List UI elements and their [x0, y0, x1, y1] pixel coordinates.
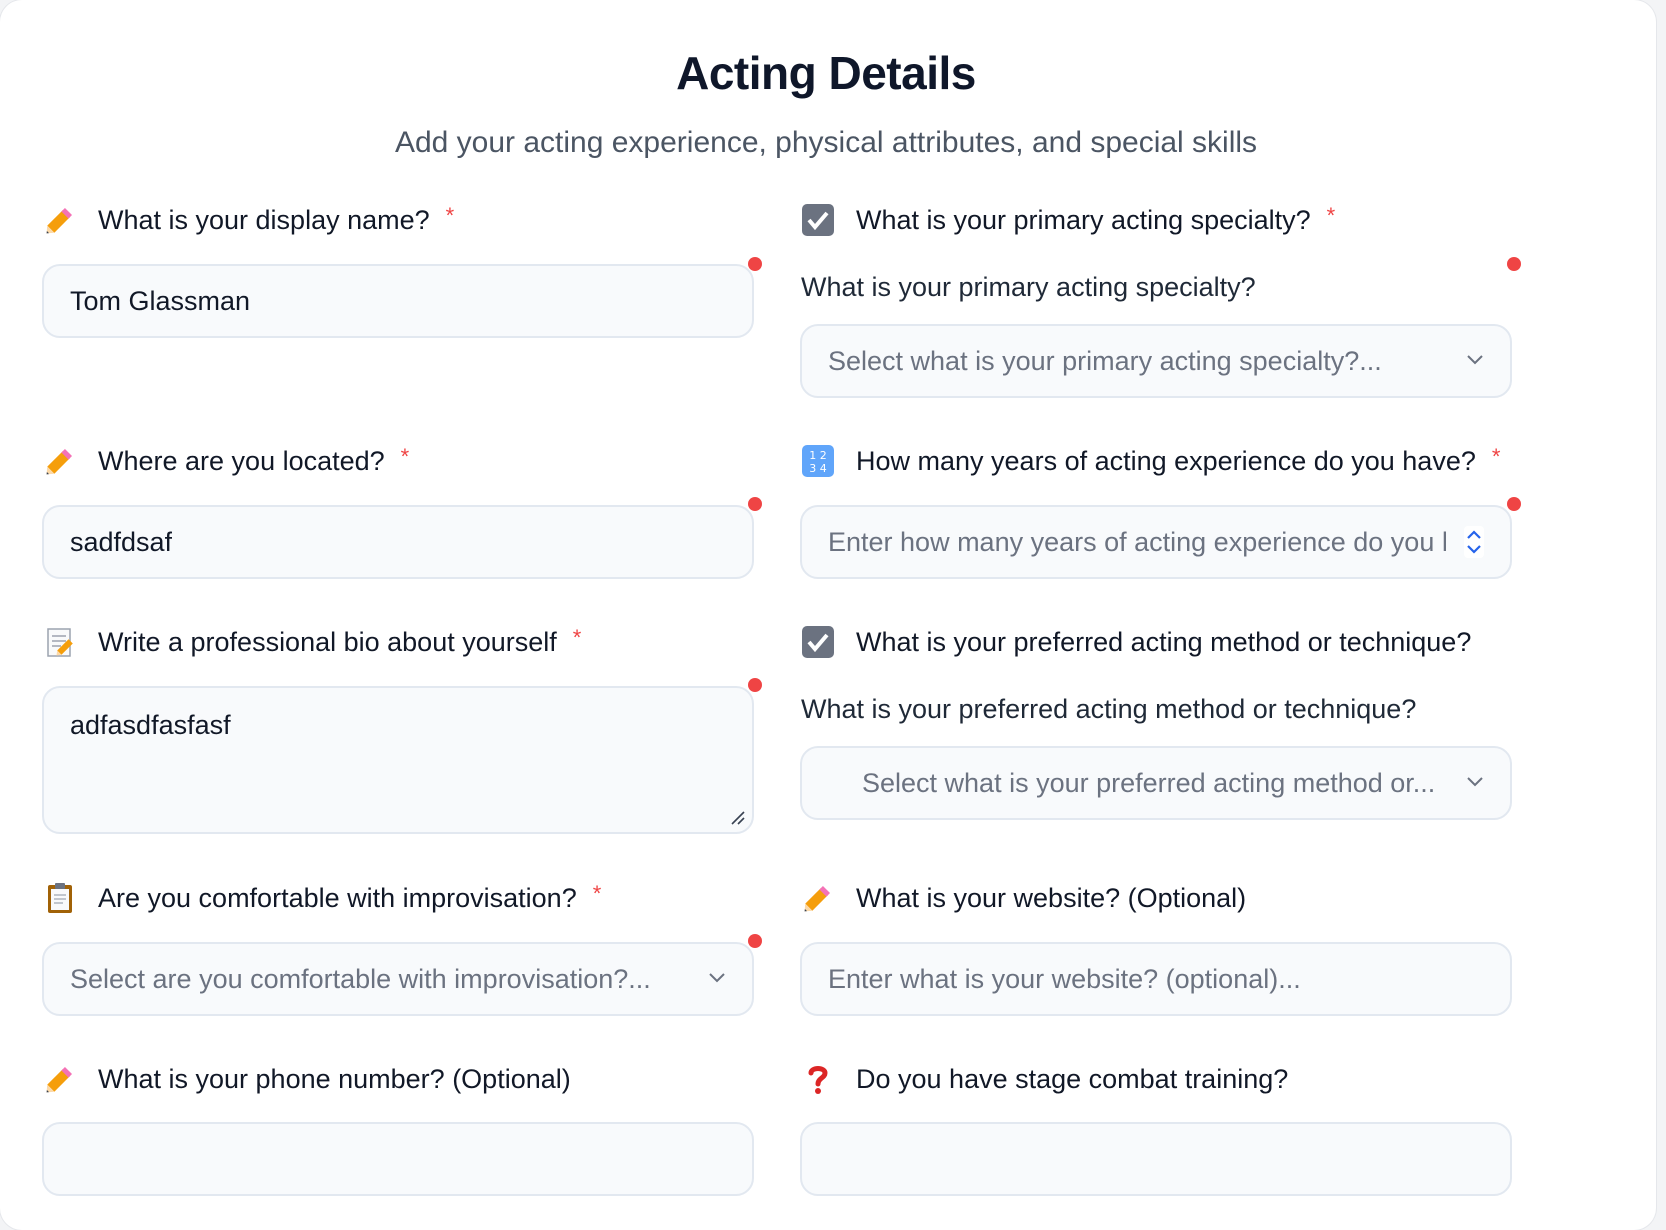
required-indicator-dot — [748, 497, 762, 511]
combat-label: Do you have stage combat training? — [800, 1061, 1288, 1097]
improvisation-select[interactable]: Select are you comfortable with improvis… — [42, 942, 754, 1016]
phone-label: What is your phone number? (Optional) — [42, 1061, 571, 1097]
pencil-icon — [800, 880, 836, 916]
pencil-icon — [42, 202, 78, 238]
chevron-down-icon — [1467, 355, 1483, 365]
required-indicator-dot — [748, 934, 762, 948]
chevron-down-icon — [1467, 777, 1483, 787]
years-label: 1 23 4 How many years of acting experien… — [800, 443, 1500, 479]
svg-text:1 2: 1 2 — [809, 449, 827, 462]
number-spinner-icon[interactable] — [1464, 526, 1484, 558]
required-marker: * — [445, 203, 455, 228]
display-name-input[interactable]: Tom Glassman — [42, 264, 754, 338]
display-name-label: What is your display name? * — [42, 202, 454, 238]
required-marker: * — [592, 881, 602, 906]
bio-textarea[interactable]: adfasdfasfasf — [42, 686, 754, 834]
specialty-label: What is your primary acting specialty? * — [800, 202, 1335, 238]
specialty-sublabel: What is your primary acting specialty? — [801, 272, 1256, 302]
website-label: What is your website? (Optional) — [800, 880, 1246, 916]
chevron-down-icon — [709, 973, 725, 983]
website-input[interactable]: Enter what is your website? (optional)..… — [800, 942, 1512, 1016]
method-sublabel: What is your preferred acting method or … — [801, 694, 1417, 724]
location-input[interactable]: sadfdsaf — [42, 505, 754, 579]
page-title: Acting Details — [676, 47, 976, 99]
required-indicator-dot — [748, 257, 762, 271]
required-marker: * — [400, 444, 410, 469]
method-label: What is your preferred acting method or … — [800, 624, 1471, 660]
required-marker: * — [1326, 203, 1336, 228]
phone-input[interactable] — [42, 1122, 754, 1196]
svg-text:3 4: 3 4 — [809, 462, 827, 475]
required-marker: * — [572, 625, 582, 650]
question-mark-icon — [800, 1061, 836, 1097]
page-subtitle: Add your acting experience, physical att… — [394, 126, 1258, 159]
bio-label: Write a professional bio about yourself … — [42, 624, 581, 660]
location-label: Where are you located? * — [42, 443, 409, 479]
combat-field[interactable] — [800, 1122, 1512, 1196]
checkbox-icon — [800, 202, 836, 238]
clipboard-icon — [42, 880, 78, 916]
pencil-icon — [42, 1061, 78, 1097]
required-indicator-dot — [748, 678, 762, 692]
years-number-input[interactable]: Enter how many years of acting experienc… — [800, 505, 1512, 579]
form-card: Acting Details Add your acting experienc… — [0, 0, 1656, 1230]
required-marker: * — [1491, 444, 1501, 469]
resize-handle-icon[interactable] — [728, 808, 746, 826]
required-indicator-dot — [1507, 257, 1521, 271]
memo-icon — [42, 624, 78, 660]
improvisation-label: Are you comfortable with improvisation? … — [42, 880, 601, 916]
specialty-select[interactable]: Select what is your primary acting speci… — [800, 324, 1512, 398]
checkbox-icon — [800, 624, 836, 660]
method-select[interactable]: Select what is your preferred acting met… — [800, 746, 1512, 820]
pencil-icon — [42, 443, 78, 479]
numbers-icon: 1 23 4 — [800, 443, 836, 479]
required-indicator-dot — [1507, 497, 1521, 511]
